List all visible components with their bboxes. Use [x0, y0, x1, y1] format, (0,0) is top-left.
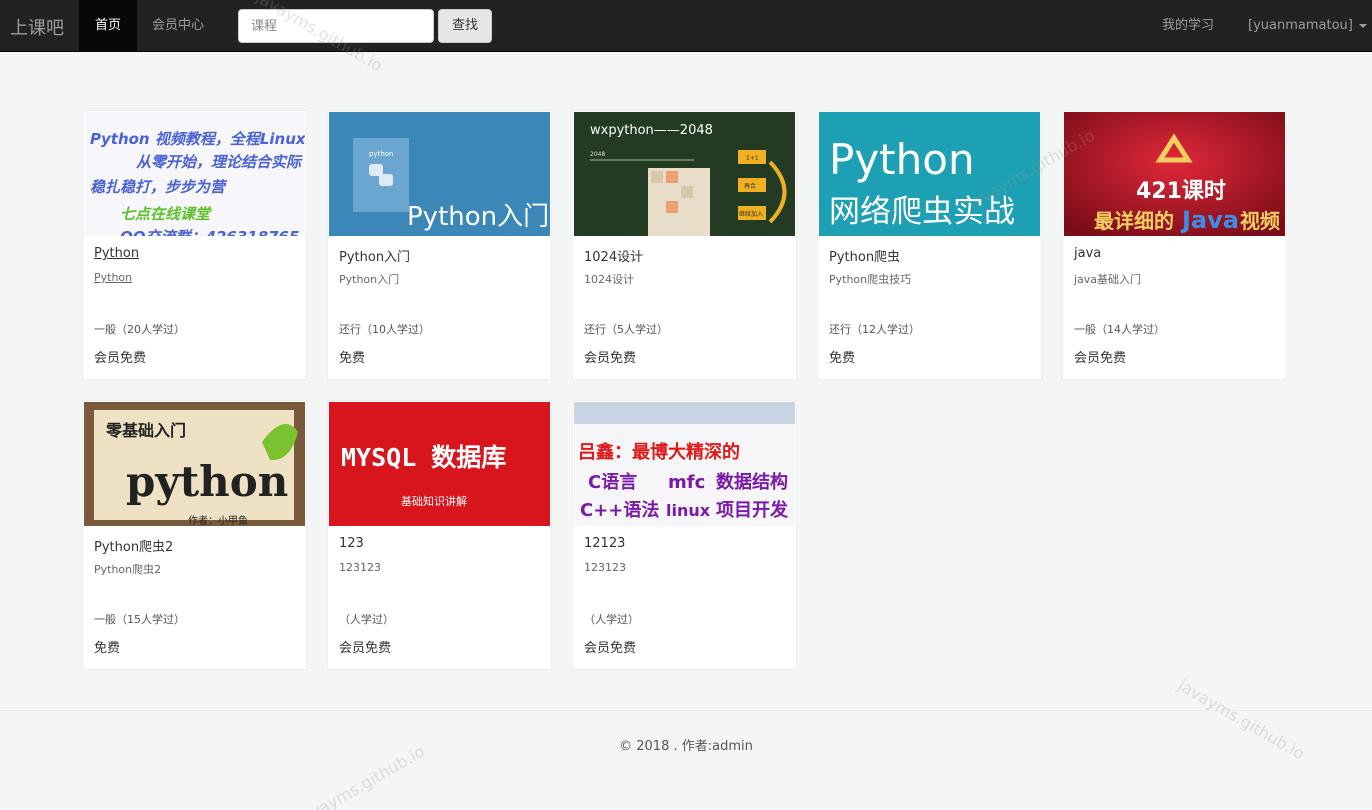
course-thumbnail[interactable]: wxpython——2048 2048 1+1 再合 继续加入 — [574, 112, 795, 236]
course-thumbnail[interactable]: 421课时 最详细的 Java 视频 — [1064, 112, 1285, 236]
course-card[interactable]: MYSQL 数据库 基础知识讲解 123 123123 （人学过） 会员免费 — [327, 400, 552, 670]
course-level: 一般（14人学过） — [1074, 323, 1165, 336]
course-desc: Python爬虫技巧 — [829, 273, 912, 286]
search-input[interactable] — [238, 9, 434, 43]
thumb-text: 七点在线课堂 — [120, 205, 212, 223]
course-thumbnail[interactable]: Python 视频教程，全程Linux教学 从零开始，理论结合实际 稳扎稳打，步… — [84, 112, 305, 236]
thumb-text: Java — [1180, 206, 1239, 234]
thumb-text: python — [126, 457, 288, 506]
course-desc: java基础入门 — [1074, 273, 1142, 286]
course-title[interactable]: Python爬虫2 — [94, 536, 173, 555]
thumb-text: C语言 — [588, 471, 637, 493]
thumb-text: QQ交流群：426318765 — [120, 228, 299, 236]
course-desc: 123123 — [339, 561, 381, 574]
footer-copyright: © 2018 . 作者:admin — [619, 739, 753, 754]
course-title[interactable]: 12123 — [584, 536, 625, 551]
caret-down-icon — [1358, 23, 1367, 28]
thumb-text: 数据结构 — [716, 471, 788, 493]
course-level: 一般（20人学过） — [94, 323, 185, 336]
thumb-text: linux — [666, 501, 711, 520]
course-thumbnail[interactable]: 吕鑫：最博大精深的 C语言 mfc 数据结构 C++语法 linux 项目开发 — [574, 402, 795, 526]
thumb-text: C++语法 — [580, 499, 659, 521]
course-desc: 123123 — [584, 561, 626, 574]
thumb-text: 项目开发 — [716, 499, 789, 521]
thumb-text: python — [369, 150, 394, 158]
course-level: 还行（10人学过） — [339, 323, 430, 336]
course-thumbnail[interactable]: Python 网络爬虫实战 — [819, 112, 1040, 236]
course-thumbnail[interactable]: 零基础入门 python 作者：小甲鱼 — [84, 402, 305, 526]
course-price: 免费 — [94, 641, 121, 656]
course-card[interactable]: 零基础入门 python 作者：小甲鱼 Python爬虫2 Python爬虫2 … — [82, 400, 307, 670]
brand-logo[interactable]: 上课吧 — [10, 14, 64, 40]
thumb-text: Python 视频教程，全程Linux教学 — [90, 130, 305, 148]
course-desc[interactable]: Python — [94, 271, 132, 284]
course-price: 会员免费 — [584, 351, 637, 366]
course-price: 会员免费 — [339, 641, 392, 656]
thumb-text: 稳扎稳打，步步为营 — [90, 178, 228, 196]
thumb-text: 作者：小甲鱼 — [188, 514, 248, 526]
thumb-text: 1+1 — [746, 155, 759, 162]
course-level: （人学过） — [584, 613, 639, 626]
course-desc: Python爬虫2 — [94, 563, 162, 576]
course-thumbnail[interactable]: MYSQL 数据库 基础知识讲解 — [329, 402, 550, 526]
course-card[interactable]: python Python入门 Python入门 Python入门 还行（10人… — [327, 110, 552, 380]
thumb-text: 421课时 — [1136, 179, 1226, 204]
thumb-text: 零基础入门 — [105, 421, 186, 440]
user-dropdown[interactable]: [yuanmamatou] — [1248, 0, 1367, 51]
course-price: 免费 — [829, 351, 856, 366]
course-price: 免费 — [339, 351, 366, 366]
thumb-text: MYSQL 数据库 — [341, 443, 506, 472]
thumb-text: 最详细的 — [1094, 209, 1174, 233]
thumb-text: 从零开始，理论结合实际 — [136, 153, 303, 171]
course-card[interactable]: 吕鑫：最博大精深的 C语言 mfc 数据结构 C++语法 linux 项目开发 … — [572, 400, 797, 670]
course-level: 还行（12人学过） — [829, 323, 920, 336]
user-name: [yuanmamatou] — [1248, 18, 1353, 33]
nav-my-study-link[interactable]: 我的学习 — [1162, 0, 1214, 51]
course-thumbnail[interactable]: python Python入门 — [329, 112, 550, 236]
thumb-text: 继续加入 — [739, 210, 763, 218]
thumb-text: 视频 — [1240, 209, 1280, 233]
course-level: 一般（15人学过） — [94, 613, 185, 626]
course-desc: Python入门 — [339, 273, 400, 286]
course-card[interactable]: 421课时 最详细的 Java 视频 java java基础入门 一般（14人学… — [1062, 110, 1287, 380]
search-button[interactable]: 查找 — [438, 9, 492, 43]
course-title[interactable]: Python入门 — [339, 246, 410, 265]
course-card[interactable]: wxpython——2048 2048 1+1 再合 继续加入 1024设计 1… — [572, 110, 797, 380]
top-navbar: 上课吧 首页 会员中心 查找 我的学习 [yuanmamatou] — [0, 0, 1372, 52]
thumb-text: 基础知识讲解 — [401, 494, 467, 508]
thumb-text: wxpython——2048 — [590, 123, 713, 138]
thumb-text: Python — [829, 135, 975, 184]
course-card[interactable]: Python 网络爬虫实战 Python爬虫 Python爬虫技巧 还行（12人… — [817, 110, 1042, 380]
course-price: 会员免费 — [584, 641, 637, 656]
course-desc: 1024设计 — [584, 273, 634, 286]
course-title[interactable]: Python — [94, 246, 139, 261]
thumb-text: 再合 — [744, 182, 756, 190]
nav-member-center-link[interactable]: 会员中心 — [152, 0, 204, 51]
course-card[interactable]: Python 视频教程，全程Linux教学 从零开始，理论结合实际 稳扎稳打，步… — [82, 110, 307, 380]
thumb-text: 2048 — [590, 151, 605, 158]
thumb-text: 吕鑫：最博大精深的 — [578, 441, 740, 463]
nav-home-link[interactable]: 首页 — [79, 0, 137, 51]
course-level: 还行（5人学过） — [584, 323, 668, 336]
course-price: 会员免费 — [1074, 351, 1127, 366]
course-price: 会员免费 — [94, 351, 147, 366]
footer: © 2018 . 作者:admin — [0, 710, 1372, 810]
course-title[interactable]: Python爬虫 — [829, 246, 900, 265]
course-title[interactable]: java — [1074, 246, 1101, 261]
course-level: （人学过） — [339, 613, 394, 626]
thumb-text: 网络爬虫实战 — [829, 194, 1015, 230]
thumb-text: mfc — [668, 472, 705, 493]
thumb-text: Python入门 — [407, 202, 549, 232]
course-title[interactable]: 123 — [339, 536, 364, 551]
course-title[interactable]: 1024设计 — [584, 246, 643, 265]
